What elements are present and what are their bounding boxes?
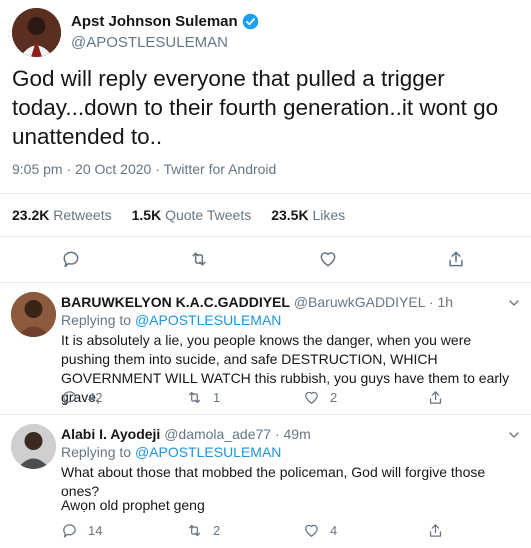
reply-avatar[interactable] (11, 424, 56, 469)
divider (0, 193, 531, 194)
retweet-button[interactable]: 1 (186, 389, 220, 406)
quotes-label: Quote Tweets (165, 207, 252, 223)
replying-prefix: Replying to (61, 444, 132, 460)
share-icon (427, 522, 444, 539)
verified-badge-icon (242, 13, 259, 30)
retweets-stat[interactable]: 23.2K Retweets (12, 207, 112, 223)
likes-label: Likes (312, 207, 346, 223)
reply-time[interactable]: · 49m (275, 426, 311, 442)
like-icon (303, 389, 320, 406)
reply-author-handle[interactable]: @BaruwkGADDIYEL (294, 294, 425, 310)
retweet-count: 1 (213, 390, 221, 405)
author-handle[interactable]: @APOSTLESULEMAN (71, 34, 228, 51)
divider (0, 414, 531, 415)
reply-count: 14 (88, 523, 103, 538)
share-button[interactable] (427, 522, 454, 539)
reply-time[interactable]: · 1h (429, 294, 453, 310)
reply-text-line2: Awọn old prophet geng (61, 497, 205, 513)
tweet-text: God will reply everyone that pulled a tr… (12, 66, 499, 149)
tweet-timestamp[interactable]: 9:05 pm · 20 Oct 2020 · Twitter for Andr… (12, 161, 276, 177)
reply-actions: 14 2 4 (0, 522, 531, 542)
quotes-count: 1.5K (131, 207, 162, 223)
reply-button[interactable]: 42 (61, 389, 102, 406)
reply-header: BARUWKELYON K.A.C.GADDIYEL @BaruwkGADDIY… (61, 294, 453, 310)
tweet-actions (0, 245, 531, 273)
retweet-count: 2 (213, 523, 221, 538)
share-icon[interactable] (446, 249, 466, 269)
like-icon[interactable] (318, 249, 338, 269)
replying-to: Replying to @APOSTLESULEMAN (61, 312, 281, 328)
retweets-count: 23.2K (12, 207, 50, 223)
likes-count: 23.5K (271, 207, 309, 223)
divider (0, 282, 531, 283)
reply-author-handle[interactable]: @damola_ade77 (164, 426, 271, 442)
likes-stat[interactable]: 23.5K Likes (271, 207, 345, 223)
author-avatar[interactable] (12, 8, 61, 57)
reply-count: 42 (88, 390, 103, 405)
share-button[interactable] (427, 389, 454, 406)
like-count: 4 (330, 523, 338, 538)
reply-avatar[interactable] (11, 292, 56, 337)
like-icon (303, 522, 320, 539)
reply-icon (61, 389, 78, 406)
tweet-stats: 23.2K Retweets 1.5K Quote Tweets 23.5K L… (12, 207, 365, 223)
like-button[interactable]: 4 (303, 522, 337, 539)
replying-to-link[interactable]: @APOSTLESULEMAN (135, 444, 281, 460)
replying-to-link[interactable]: @APOSTLESULEMAN (135, 312, 281, 328)
like-button[interactable]: 2 (303, 389, 337, 406)
author-name[interactable]: Apst Johnson Suleman (71, 13, 238, 30)
reply-header: Alabi I. Ayodeji @damola_ade77 · 49m (61, 426, 311, 442)
share-icon (427, 389, 444, 406)
retweet-icon (186, 389, 203, 406)
author-name-row[interactable]: Apst Johnson Suleman (71, 13, 259, 30)
retweets-label: Retweets (53, 207, 112, 223)
reply-author-name[interactable]: Alabi I. Ayodeji (61, 426, 160, 442)
reply-icon[interactable] (61, 249, 81, 269)
retweet-icon (186, 522, 203, 539)
reply-icon (61, 522, 78, 539)
retweet-button[interactable]: 2 (186, 522, 220, 539)
reply-author-name[interactable]: BARUWKELYON K.A.C.GADDIYEL (61, 294, 290, 310)
more-icon[interactable] (506, 427, 522, 443)
replying-to: Replying to @APOSTLESULEMAN (61, 444, 281, 460)
replying-prefix: Replying to (61, 312, 132, 328)
more-icon[interactable] (506, 295, 522, 311)
quotes-stat[interactable]: 1.5K Quote Tweets (132, 207, 252, 223)
like-count: 2 (330, 390, 338, 405)
divider (0, 236, 531, 237)
retweet-icon[interactable] (189, 249, 209, 269)
reply-button[interactable]: 14 (61, 522, 102, 539)
reply-actions: 42 1 2 (0, 389, 531, 409)
